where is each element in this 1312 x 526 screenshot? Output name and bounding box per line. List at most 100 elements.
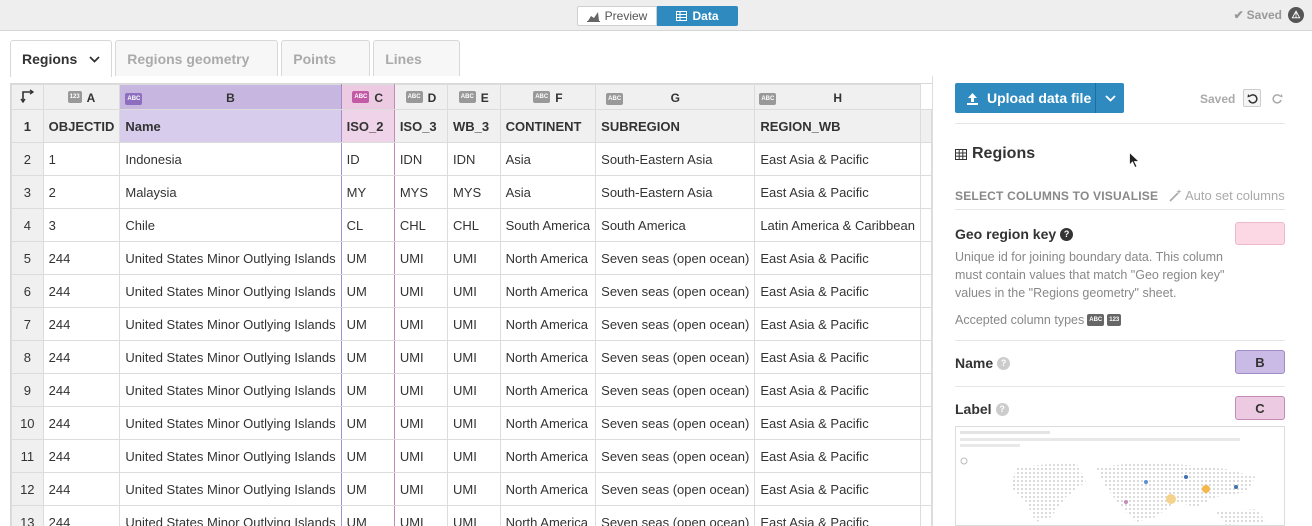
table-cell[interactable]: 244: [42, 406, 121, 440]
table-cell[interactable]: [920, 142, 932, 176]
geo-region-key-dropzone[interactable]: [1235, 222, 1285, 245]
table-cell[interactable]: UM: [340, 472, 395, 506]
table-cell[interactable]: UM: [340, 340, 395, 374]
table-cell[interactable]: UMI: [393, 406, 448, 440]
table-cell[interactable]: Seven seas (open ocean): [595, 274, 756, 308]
table-cell[interactable]: UMI: [446, 307, 501, 341]
table-cell[interactable]: CHL: [393, 208, 448, 242]
table-cell[interactable]: East Asia & Pacific: [754, 406, 921, 440]
table-cell[interactable]: North America: [499, 274, 597, 308]
table-cell[interactable]: United States Minor Outlying Islands: [119, 505, 342, 526]
row-number[interactable]: 8: [11, 340, 44, 374]
table-cell[interactable]: UMI: [393, 274, 448, 308]
table-cell[interactable]: Indonesia: [119, 142, 342, 176]
table-cell[interactable]: East Asia & Pacific: [754, 472, 921, 506]
table-cell[interactable]: UMI: [446, 439, 501, 473]
column-header-a[interactable]: 123 A: [42, 84, 121, 110]
table-cell[interactable]: East Asia & Pacific: [754, 241, 921, 275]
column-header-d[interactable]: ABC D: [393, 84, 448, 110]
table-cell[interactable]: 244: [42, 373, 121, 407]
table-cell[interactable]: North America: [499, 307, 597, 341]
table-cell[interactable]: IDN: [393, 142, 448, 176]
row-number[interactable]: 1: [11, 109, 44, 143]
table-cell[interactable]: Seven seas (open ocean): [595, 340, 756, 374]
redo-button[interactable]: [1269, 89, 1285, 107]
table-cell[interactable]: East Asia & Pacific: [754, 340, 921, 374]
table-cell[interactable]: 244: [42, 241, 121, 275]
preview-button[interactable]: Preview: [577, 6, 657, 26]
table-cell[interactable]: South America: [499, 208, 597, 242]
table-cell[interactable]: IDN: [446, 142, 501, 176]
table-cell[interactable]: UMI: [393, 472, 448, 506]
table-cell[interactable]: South-Eastern Asia: [595, 142, 756, 176]
table-cell[interactable]: [920, 439, 932, 473]
auto-set-columns-button[interactable]: Auto set columns: [1169, 188, 1285, 203]
row-number[interactable]: 3: [11, 175, 44, 209]
table-cell[interactable]: UM: [340, 439, 395, 473]
table-cell[interactable]: UMI: [393, 340, 448, 374]
table-cell[interactable]: [920, 307, 932, 341]
table-cell[interactable]: United States Minor Outlying Islands: [119, 439, 342, 473]
table-cell[interactable]: Seven seas (open ocean): [595, 373, 756, 407]
row-number[interactable]: 4: [11, 208, 44, 242]
table-cell[interactable]: MYS: [393, 175, 448, 209]
table-cell[interactable]: OBJECTID: [42, 109, 121, 143]
table-cell[interactable]: East Asia & Pacific: [754, 373, 921, 407]
table-cell[interactable]: UM: [340, 505, 395, 526]
table-cell[interactable]: 1: [42, 142, 121, 176]
table-cell[interactable]: Seven seas (open ocean): [595, 505, 756, 526]
table-cell[interactable]: UMI: [446, 274, 501, 308]
table-cell[interactable]: Seven seas (open ocean): [595, 307, 756, 341]
table-cell[interactable]: [920, 472, 932, 506]
column-header-c[interactable]: ABC C: [340, 84, 395, 110]
table-cell[interactable]: UM: [340, 307, 395, 341]
table-cell[interactable]: East Asia & Pacific: [754, 307, 921, 341]
table-cell[interactable]: UMI: [446, 472, 501, 506]
table-cell[interactable]: [920, 208, 932, 242]
table-cell[interactable]: UMI: [393, 373, 448, 407]
table-cell[interactable]: UMI: [446, 241, 501, 275]
table-cell[interactable]: South America: [595, 208, 756, 242]
table-cell[interactable]: United States Minor Outlying Islands: [119, 373, 342, 407]
table-cell[interactable]: MY: [340, 175, 395, 209]
table-cell[interactable]: UMI: [393, 307, 448, 341]
table-cell[interactable]: REGION_WB: [754, 109, 921, 143]
table-cell[interactable]: CL: [340, 208, 395, 242]
table-cell[interactable]: UMI: [446, 373, 501, 407]
table-cell[interactable]: North America: [499, 406, 597, 440]
table-cell[interactable]: [920, 175, 932, 209]
table-cell[interactable]: Seven seas (open ocean): [595, 241, 756, 275]
table-cell[interactable]: North America: [499, 472, 597, 506]
table-cell[interactable]: [920, 274, 932, 308]
table-cell[interactable]: CHL: [446, 208, 501, 242]
row-number[interactable]: 10: [11, 406, 44, 440]
table-cell[interactable]: Name: [119, 109, 342, 143]
table-cell[interactable]: UM: [340, 406, 395, 440]
label-column-chip[interactable]: C: [1235, 396, 1285, 420]
table-cell[interactable]: 244: [42, 472, 121, 506]
row-number[interactable]: 7: [11, 307, 44, 341]
table-cell[interactable]: 244: [42, 505, 121, 526]
tab-regions[interactable]: Regions: [10, 40, 113, 77]
table-cell[interactable]: UMI: [446, 340, 501, 374]
column-header-h[interactable]: ABC H: [754, 84, 921, 110]
data-button[interactable]: Data: [657, 6, 738, 26]
row-number[interactable]: 12: [11, 472, 44, 506]
upload-data-file-button[interactable]: Upload data file: [955, 83, 1095, 113]
table-cell[interactable]: United States Minor Outlying Islands: [119, 406, 342, 440]
table-cell[interactable]: United States Minor Outlying Islands: [119, 340, 342, 374]
column-header-e[interactable]: ABC E: [446, 84, 501, 110]
table-cell[interactable]: 2: [42, 175, 121, 209]
table-cell[interactable]: North America: [499, 373, 597, 407]
table-cell[interactable]: [920, 109, 932, 143]
table-cell[interactable]: 244: [42, 340, 121, 374]
table-cell[interactable]: WB_3: [446, 109, 501, 143]
column-header-g[interactable]: ABC G: [595, 84, 756, 110]
table-cell[interactable]: East Asia & Pacific: [754, 505, 921, 526]
table-cell[interactable]: 244: [42, 307, 121, 341]
table-cell[interactable]: Seven seas (open ocean): [595, 439, 756, 473]
row-number[interactable]: 2: [11, 142, 44, 176]
column-header-f[interactable]: ABC F: [499, 84, 597, 110]
table-cell[interactable]: [920, 373, 932, 407]
table-cell[interactable]: United States Minor Outlying Islands: [119, 307, 342, 341]
